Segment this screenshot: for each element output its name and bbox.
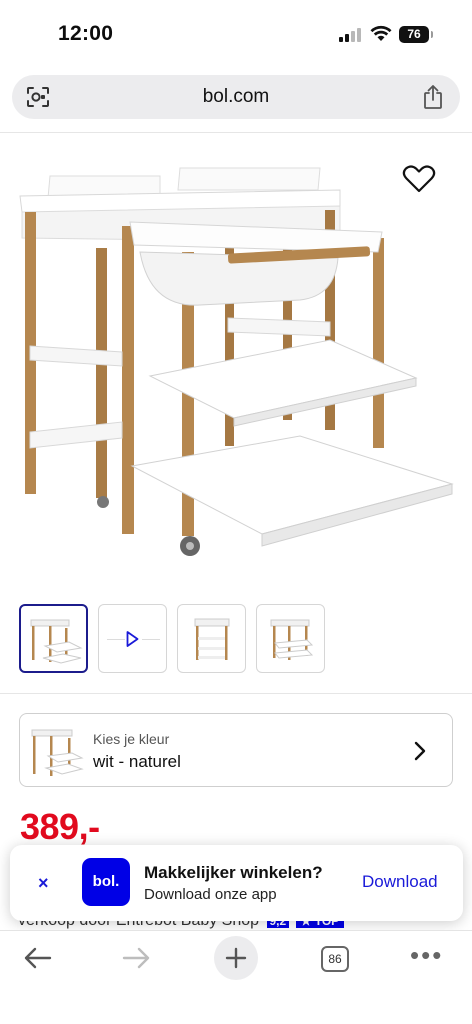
thumbnail-image bbox=[30, 619, 83, 664]
variant-thumbnail bbox=[31, 729, 84, 776]
status-time: 12:00 bbox=[58, 22, 114, 45]
heart-icon[interactable] bbox=[402, 164, 436, 194]
image-thumbnails bbox=[19, 604, 325, 673]
app-download-banner: × bol. Makkelijker winkelen? Download on… bbox=[10, 845, 463, 921]
color-variant-selector[interactable]: Kies je kleur wit - naturel bbox=[19, 713, 453, 787]
download-button[interactable]: Download bbox=[362, 872, 438, 892]
status-bar: 12:00 76 bbox=[0, 0, 472, 70]
divider bbox=[142, 639, 160, 640]
variant-value: wit - naturel bbox=[93, 752, 181, 771]
forward-arrow-icon[interactable] bbox=[120, 943, 152, 973]
divider bbox=[0, 693, 472, 694]
tab-switcher-button[interactable]: 86 bbox=[321, 946, 349, 972]
chevron-right-icon bbox=[414, 741, 426, 761]
divider bbox=[0, 132, 472, 133]
thumbnail-1[interactable] bbox=[19, 604, 88, 673]
thumbnail-3[interactable] bbox=[177, 604, 246, 673]
banner-subtitle: Download onze app bbox=[144, 886, 277, 903]
back-arrow-icon[interactable] bbox=[22, 943, 54, 973]
cellular-signal-icon bbox=[339, 28, 361, 42]
close-icon[interactable]: × bbox=[38, 873, 49, 894]
bol-logo: bol. bbox=[82, 858, 130, 906]
thumbnail-4[interactable] bbox=[256, 604, 325, 673]
variant-label: Kies je kleur bbox=[93, 731, 170, 747]
thumbnail-image bbox=[270, 619, 314, 660]
share-icon[interactable] bbox=[422, 84, 444, 110]
plus-icon bbox=[225, 947, 247, 969]
thumbnail-image bbox=[194, 618, 230, 660]
more-menu-icon[interactable]: ••• bbox=[410, 942, 443, 968]
product-price: 389,- bbox=[20, 806, 100, 847]
url-text: bol.com bbox=[202, 86, 270, 107]
battery-indicator: 76 bbox=[399, 26, 433, 43]
browser-toolbar: 86 ••• bbox=[0, 930, 472, 1024]
thumbnail-video[interactable] bbox=[98, 604, 167, 673]
wifi-icon bbox=[370, 25, 392, 41]
new-tab-button[interactable] bbox=[214, 936, 258, 980]
banner-title: Makkelijker winkelen? bbox=[144, 863, 323, 882]
address-bar[interactable]: bol.com bbox=[12, 75, 460, 119]
product-image[interactable] bbox=[0, 140, 472, 580]
